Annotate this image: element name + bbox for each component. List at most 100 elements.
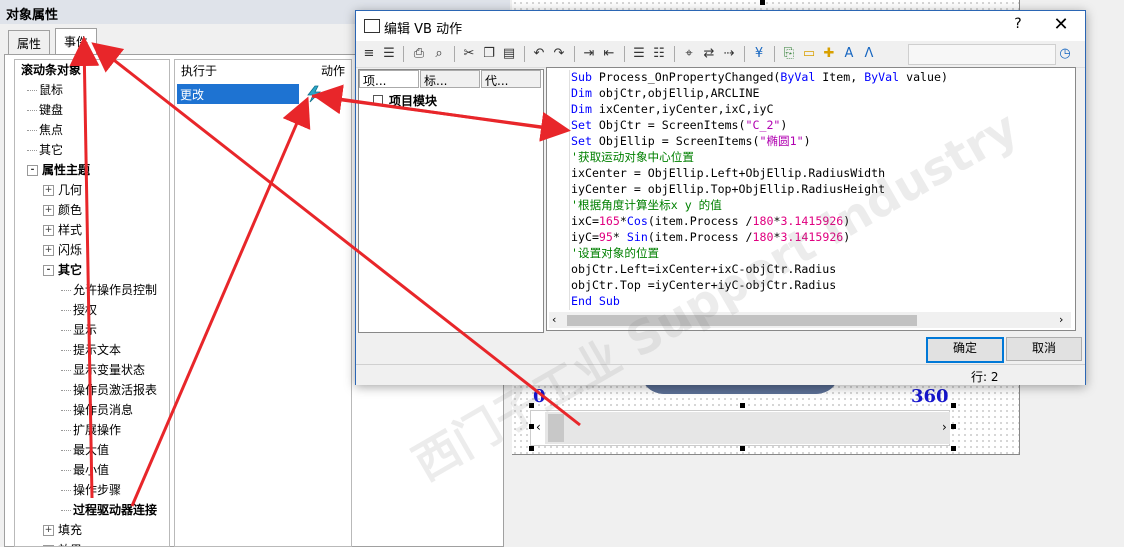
tab-project[interactable]: 项... — [359, 70, 419, 88]
code-line[interactable]: '根据角度计算坐标x y 的值 — [571, 197, 1071, 213]
print-icon[interactable]: ⎙ — [410, 45, 428, 63]
tree-node[interactable]: 操作员激活报表 — [61, 380, 157, 400]
tab-code[interactable]: 代... — [481, 70, 541, 88]
scroll-left-icon[interactable]: ‹ — [536, 420, 541, 434]
tree-node[interactable]: 最大值 — [61, 440, 109, 460]
expand-icon[interactable]: + — [43, 205, 54, 216]
toolbar-search-input[interactable] — [908, 44, 1056, 65]
tree-node[interactable]: 鼠标 — [27, 80, 63, 100]
redo-icon[interactable]: ↷ — [550, 45, 568, 63]
selection-handle[interactable] — [529, 403, 534, 408]
outdent-icon[interactable]: ⇤ — [600, 45, 618, 63]
code-line[interactable]: objCtr.Left=ixCenter+ixC-objCtr.Radius — [571, 261, 1071, 277]
import-icon[interactable]: ⎘ — [780, 45, 798, 63]
tree-node[interactable]: 扩展操作 — [61, 420, 121, 440]
close-button[interactable]: ✕ — [1048, 14, 1074, 35]
parameter-info-icon[interactable]: ☰ — [380, 45, 398, 63]
lightning-action-icon[interactable] — [305, 85, 323, 103]
collapse-icon[interactable]: - — [27, 165, 38, 176]
copy-icon[interactable]: ❐ — [480, 45, 498, 63]
expand-icon[interactable]: + — [43, 185, 54, 196]
tree-node[interactable]: 最小值 — [61, 460, 109, 480]
code-line[interactable]: Dim objCtr,objEllip,ARCLINE — [571, 85, 1071, 101]
selection-handle[interactable] — [951, 403, 956, 408]
selection-handle[interactable] — [740, 446, 745, 451]
tree-node[interactable]: 过程驱动器连接 — [61, 500, 157, 520]
code-line[interactable]: Sub Process_OnPropertyChanged(ByVal Item… — [571, 69, 1071, 85]
tree-node[interactable]: +效果 — [43, 540, 82, 546]
print-preview-icon[interactable]: ⌕ — [430, 45, 448, 63]
tree-node[interactable]: 操作员消息 — [61, 400, 133, 420]
expand-icon[interactable]: + — [43, 525, 54, 536]
tree-node[interactable]: 显示变量状态 — [61, 360, 145, 380]
code-line[interactable]: '获取运动对象中心位置 — [571, 149, 1071, 165]
indent-icon[interactable]: ⇥ — [580, 45, 598, 63]
code-line[interactable]: End Sub — [571, 293, 1071, 309]
tag-icon[interactable]: A — [840, 45, 858, 63]
compile-icon[interactable]: ¥ — [750, 45, 768, 63]
tree-node[interactable]: 允许操作员控制 — [61, 280, 157, 300]
list-members-icon[interactable]: ≡ — [360, 45, 378, 63]
selection-handle[interactable] — [529, 424, 534, 429]
code-line[interactable]: '设置对象的位置 — [571, 245, 1071, 261]
tab-events[interactable]: 事件 — [55, 28, 98, 55]
code-line[interactable]: iyC=95* Sin(item.Process /180*3.1415926) — [571, 229, 1071, 245]
tree-node[interactable]: - 其它 — [43, 260, 82, 280]
help-button[interactable]: ? — [1008, 16, 1028, 32]
tree-node[interactable]: + 几何 — [43, 180, 82, 200]
event-tree[interactable]: 滚动条对象 鼠标 键盘 焦点 其它 - 属性主题 + 几何 + 颜色 + 样式 + 闪烁 - 其它 允许操作员控制… — [14, 59, 170, 547]
find-icon[interactable]: ⌖ — [680, 45, 698, 63]
paste-icon[interactable]: ▤ — [500, 45, 518, 63]
scrollbar-thumb[interactable] — [548, 414, 564, 442]
tree-node[interactable]: 提示文本 — [61, 340, 121, 360]
selection-handle[interactable] — [951, 446, 956, 451]
open-folder-icon[interactable]: ▭ — [800, 45, 818, 63]
cut-icon[interactable]: ✂ — [460, 45, 478, 63]
scroll-left-arrow-icon[interactable]: ‹ — [552, 313, 556, 326]
tree-node[interactable]: 滚动条对象 — [21, 60, 81, 80]
tree-node[interactable]: + 填充 — [43, 520, 82, 540]
selection-handle[interactable] — [529, 446, 534, 451]
function-icon[interactable]: Λ — [860, 45, 878, 63]
scrollbar-thumb[interactable] — [567, 315, 917, 326]
tree-node[interactable]: - 属性主题 — [27, 160, 90, 180]
tree-node[interactable]: + 样式 — [43, 220, 82, 240]
scroll-right-arrow-icon[interactable]: › — [1059, 313, 1063, 326]
uncomment-icon[interactable]: ☷ — [650, 45, 668, 63]
selection-handle[interactable] — [951, 424, 956, 429]
tree-node[interactable]: + 闪烁 — [43, 240, 82, 260]
tree-node[interactable]: 操作步骤 — [61, 480, 121, 500]
code-line[interactable]: Dim ixCenter,iyCenter,ixC,iyC — [571, 101, 1071, 117]
goto-icon[interactable]: ⇢ — [720, 45, 738, 63]
undo-icon[interactable]: ↶ — [530, 45, 548, 63]
replace-icon[interactable]: ⇄ — [700, 45, 718, 63]
scrollbar-track[interactable] — [545, 412, 950, 444]
tree-node[interactable]: 其它 — [27, 140, 63, 160]
ok-button[interactable]: 确定 — [926, 337, 1004, 363]
expand-icon[interactable]: + — [43, 245, 54, 256]
code-line[interactable]: objCtr.Top =iyCenter+iyC-objCtr.Radius — [571, 277, 1071, 293]
cancel-button[interactable]: 取消 — [1006, 337, 1082, 361]
code-line[interactable]: ixCenter = ObjEllip.Left+ObjEllip.Radius… — [571, 165, 1071, 181]
grid-cell-change[interactable]: 更改 — [177, 84, 299, 104]
scroll-right-icon[interactable]: › — [942, 420, 947, 434]
collapse-icon[interactable]: - — [43, 265, 54, 276]
grid-row[interactable]: 更改 — [177, 84, 349, 104]
tree-node[interactable]: 键盘 — [27, 100, 63, 120]
tab-properties[interactable]: 属性 — [8, 30, 51, 54]
code-line[interactable]: ixC=165*Cos(item.Process /180*3.1415926) — [571, 213, 1071, 229]
code-line[interactable]: iyCenter = objEllip.Top+ObjEllip.RadiusH… — [571, 181, 1071, 197]
tab-standard[interactable]: 标... — [420, 70, 480, 88]
selection-handle[interactable] — [760, 0, 765, 5]
tree-node[interactable]: 授权 — [61, 300, 97, 320]
project-module-item[interactable]: 项目模块 — [389, 92, 437, 109]
code-line[interactable]: Set ObjEllip = ScreenItems("椭圆1") — [571, 133, 1071, 149]
comment-icon[interactable]: ☰ — [630, 45, 648, 63]
tree-node[interactable]: + 颜色 — [43, 200, 82, 220]
tree-node[interactable]: 焦点 — [27, 120, 63, 140]
code-text[interactable]: Sub Process_OnPropertyChanged(ByVal Item… — [571, 69, 1071, 309]
timer-icon[interactable]: ◷ — [1056, 45, 1074, 63]
tree-node[interactable]: 显示 — [61, 320, 97, 340]
add-icon[interactable]: ✚ — [820, 45, 838, 63]
code-horizontal-scrollbar[interactable]: ‹ › — [549, 312, 1071, 328]
